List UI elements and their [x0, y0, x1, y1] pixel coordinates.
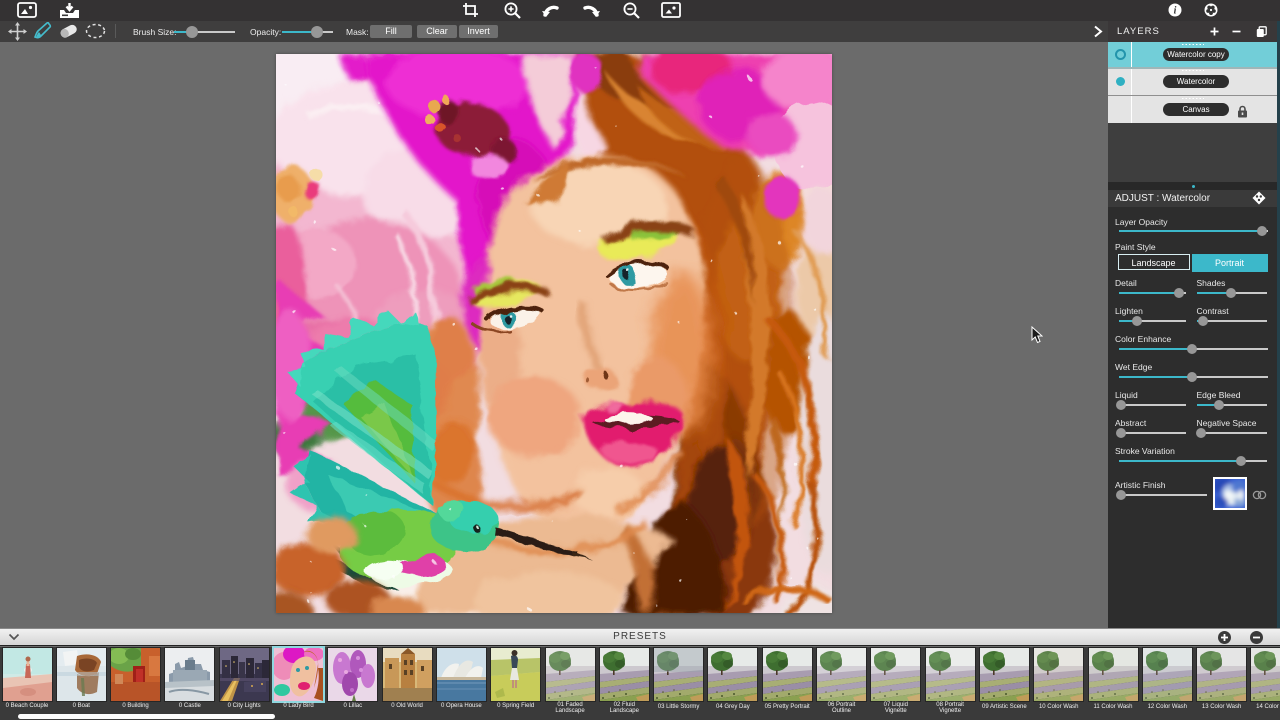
svg-text:i: i — [1174, 6, 1177, 17]
